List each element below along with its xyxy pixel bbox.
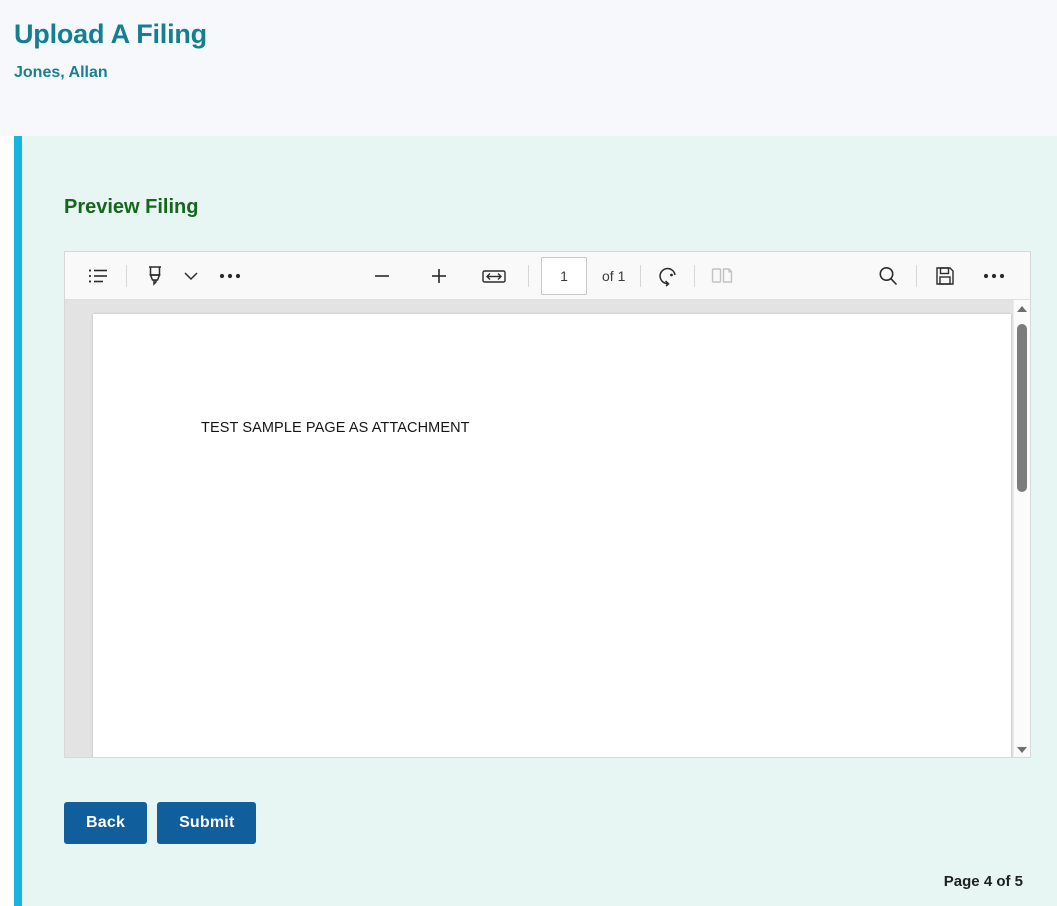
chevron-down-icon[interactable] xyxy=(174,259,208,293)
panel-body: Preview Filing 1 of 1 TEST SAMPLE PAGE A… xyxy=(22,136,1057,906)
page-title: Upload A Filing xyxy=(14,19,207,49)
page-total-label: of 1 xyxy=(602,267,626,284)
page-number-input[interactable] xyxy=(541,256,587,295)
zoom-in-button[interactable] xyxy=(422,259,456,293)
toolbar-divider xyxy=(126,264,127,287)
submit-button[interactable]: Submit xyxy=(157,802,257,844)
toolbar-divider xyxy=(640,264,642,287)
more-tools-icon[interactable] xyxy=(210,259,250,293)
pdf-toolbar-left-group xyxy=(65,259,250,293)
scroll-up-arrow-icon[interactable] xyxy=(1014,300,1030,317)
action-buttons: Back Submit xyxy=(64,802,257,844)
pdf-toolbar-right-group xyxy=(871,259,1014,293)
highlighter-icon[interactable] xyxy=(138,259,172,293)
search-icon[interactable] xyxy=(871,259,905,293)
more-options-icon[interactable] xyxy=(974,259,1014,293)
main-panel: Preview Filing 1 of 1 TEST SAMPLE PAGE A… xyxy=(14,136,1057,906)
page-view-icon xyxy=(705,259,739,293)
toc-icon[interactable] xyxy=(81,259,115,293)
toolbar-divider xyxy=(694,264,696,287)
zoom-out-button[interactable] xyxy=(365,259,399,293)
section-heading: Preview Filing xyxy=(64,196,199,218)
fit-width-button[interactable] xyxy=(477,259,511,293)
scroll-down-arrow-icon[interactable] xyxy=(1014,741,1030,757)
pdf-page: TEST SAMPLE PAGE AS ATTACHMENT xyxy=(93,314,1011,757)
panel-accent-bar xyxy=(14,136,22,906)
pdf-page-text: TEST SAMPLE PAGE AS ATTACHMENT xyxy=(201,420,470,436)
case-party-name: Jones, Allan xyxy=(14,64,108,81)
pdf-viewer: of 1 xyxy=(64,251,1031,758)
pdf-toolbar-center-group: of 1 xyxy=(365,256,739,295)
rotate-icon[interactable] xyxy=(651,259,685,293)
pdf-document-area[interactable]: TEST SAMPLE PAGE AS ATTACHMENT xyxy=(65,300,1015,757)
scrollbar-thumb[interactable] xyxy=(1017,324,1027,492)
back-button[interactable]: Back xyxy=(64,802,148,844)
upload-filing-page: Upload A Filing Jones, Allan Preview Fil… xyxy=(0,0,1057,906)
save-icon[interactable] xyxy=(928,259,962,293)
page-header: Upload A Filing Jones, Allan xyxy=(0,0,1057,136)
toolbar-divider xyxy=(528,264,529,287)
toolbar-divider xyxy=(916,264,917,287)
pdf-toolbar: of 1 xyxy=(65,252,1030,300)
pdf-vertical-scrollbar[interactable] xyxy=(1013,300,1030,757)
page-counter: Page 4 of 5 xyxy=(943,873,1023,890)
